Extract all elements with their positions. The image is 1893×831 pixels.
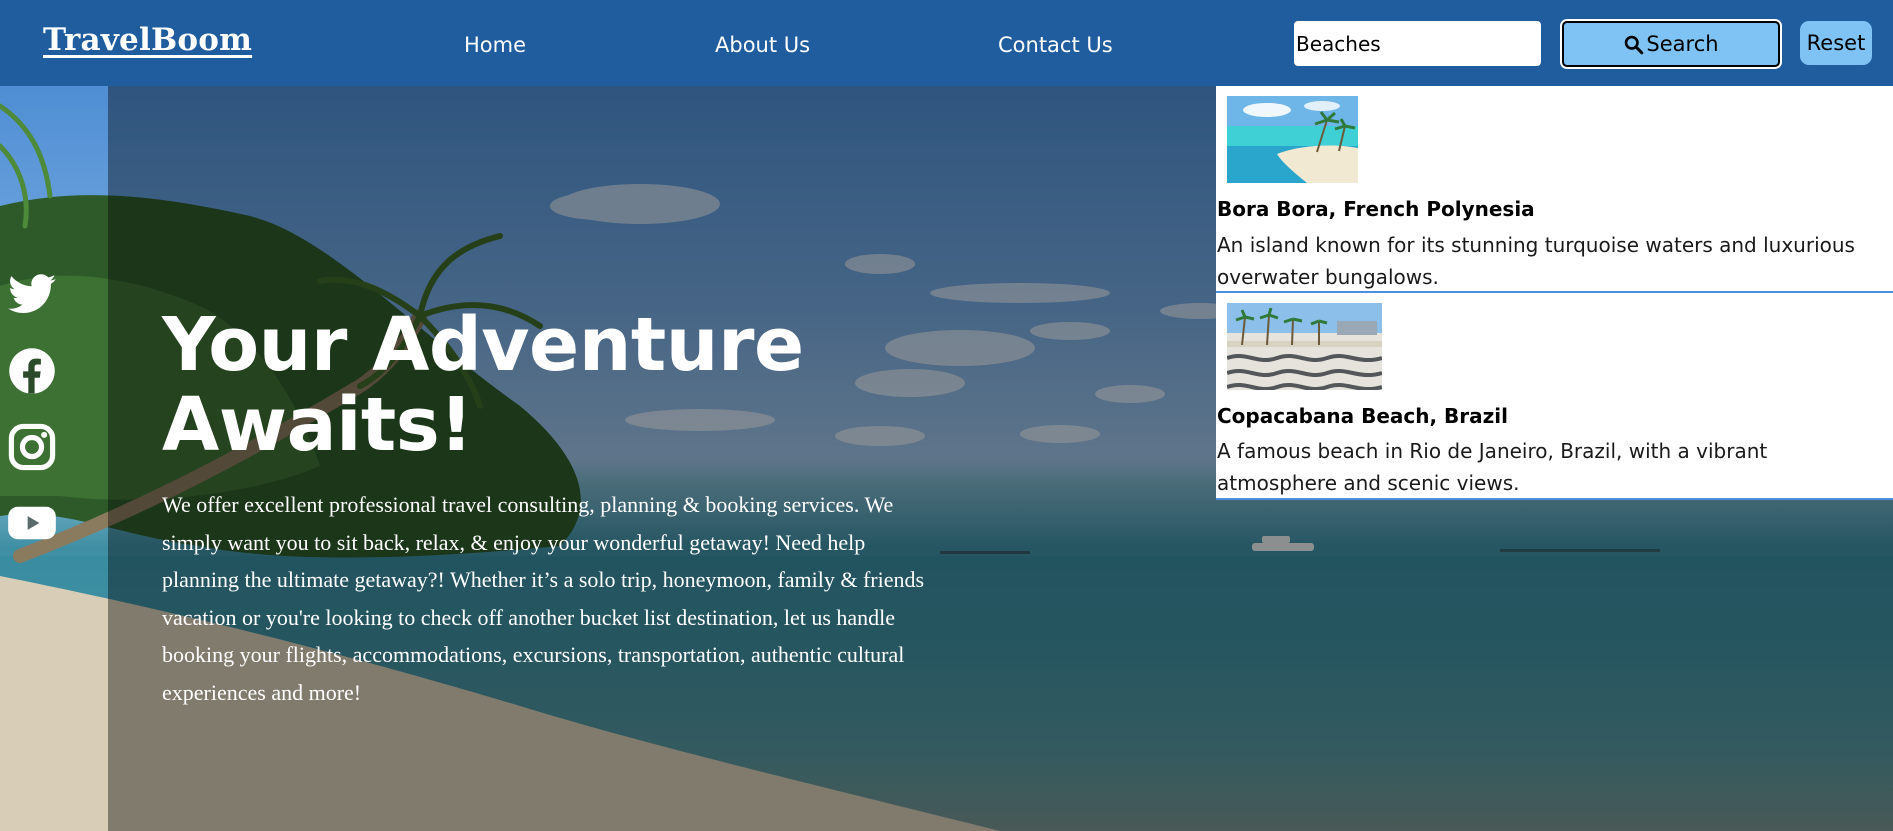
result-thumbnail-image (1227, 303, 1382, 390)
search-results-panel: Bora Bora, French Polynesia An island kn… (1216, 86, 1893, 500)
search-input[interactable] (1294, 21, 1541, 66)
result-thumbnail-image (1227, 96, 1358, 183)
reset-button[interactable]: Reset (1800, 21, 1872, 65)
hero-description: We offer excellent professional travel c… (162, 492, 925, 705)
result-description: An island known for its stunning turquoi… (1217, 233, 1855, 289)
search-result-item[interactable]: Bora Bora, French Polynesia An island kn… (1216, 86, 1893, 293)
nav-link-about-us[interactable]: About Us (715, 33, 810, 57)
facebook-icon (9, 348, 55, 394)
search-button[interactable]: Search (1560, 19, 1782, 69)
youtube-link[interactable] (6, 497, 58, 549)
instagram-icon (8, 423, 56, 471)
result-title: Bora Bora, French Polynesia (1217, 197, 1535, 221)
nav-link-home[interactable]: Home (464, 33, 526, 57)
facebook-link[interactable] (6, 345, 58, 397)
twitter-icon (8, 274, 56, 313)
search-button-label: Search (1646, 32, 1719, 56)
search-result-item[interactable]: Copacabana Beach, Brazil A famous beach … (1216, 293, 1893, 500)
search-icon (1625, 35, 1644, 54)
result-title: Copacabana Beach, Brazil (1217, 404, 1509, 428)
brand-logo[interactable]: TravelBoom (43, 22, 252, 58)
navbar: TravelBoom Home About Us Contact Us Sear… (0, 0, 1893, 86)
twitter-link[interactable] (6, 269, 58, 321)
hero-title: Your Adventure Awaits! (162, 302, 804, 468)
instagram-link[interactable] (6, 421, 58, 473)
nav-link-contact-us[interactable]: Contact Us (998, 33, 1113, 57)
youtube-icon (8, 506, 56, 540)
result-description: A famous beach in Rio de Janeiro, Brazil… (1217, 439, 1768, 495)
